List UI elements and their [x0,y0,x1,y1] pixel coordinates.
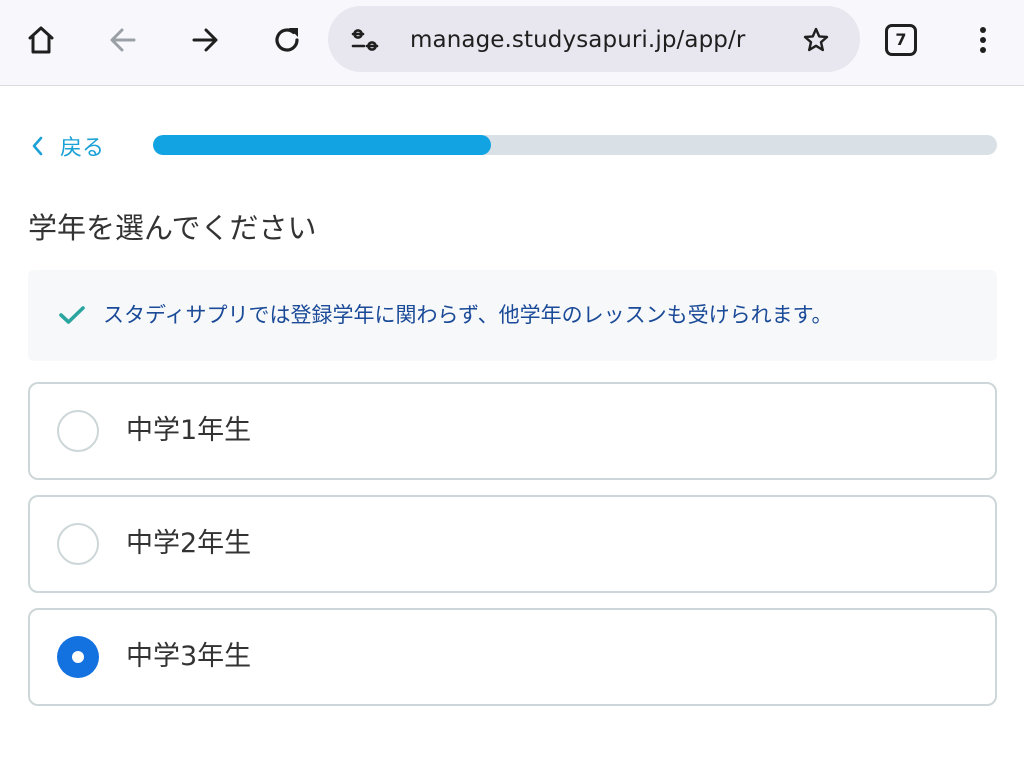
arrow-right-icon [192,28,218,52]
star-icon[interactable] [802,26,830,54]
back-link-label: 戻る [60,136,105,161]
progress-bar-fill [153,135,491,155]
home-button[interactable] [15,14,67,66]
chevron-left-icon [32,136,43,156]
address-bar[interactable]: manage.studysapuri.jp/app/r [328,6,860,72]
back-link[interactable]: 戻る [30,128,104,164]
grade-option-1[interactable]: 中学1年生 [28,382,997,480]
tab-switcher-button[interactable]: 7 [885,24,917,56]
reload-icon [275,28,299,52]
check-icon [59,306,85,324]
grade-option-2[interactable]: 中学2年生 [28,495,997,593]
grade-option-3[interactable]: 中学3年生 [28,608,997,706]
arrow-left-icon [110,28,136,52]
grade-option-label-1: 中学1年生 [126,415,252,446]
info-notice-text: スタディサプリでは登録学年に関わらず、他学年のレッスンも受けられます。 [103,303,833,327]
more-vert-icon [980,27,986,53]
info-notice: スタディサプリでは登録学年に関わらず、他学年のレッスンも受けられます。 [28,270,997,361]
grade-option-label-2: 中学2年生 [126,528,252,559]
back-nav-button[interactable] [97,14,149,66]
progress-bar [153,135,997,155]
grade-radio-1[interactable] [57,410,99,452]
grade-radio-3[interactable] [57,636,99,678]
grade-radio-2[interactable] [57,523,99,565]
site-settings-icon[interactable] [350,25,380,55]
home-icon [28,26,54,54]
browser-menu-button[interactable] [957,14,1009,66]
browser-toolbar: manage.studysapuri.jp/app/r 7 [0,0,1024,86]
page-title: 学年を選んでください [28,211,317,245]
url-text[interactable]: manage.studysapuri.jp/app/r [410,25,766,55]
forward-nav-button[interactable] [179,14,231,66]
grade-option-label-3: 中学3年生 [126,641,252,672]
reload-button[interactable] [261,14,313,66]
